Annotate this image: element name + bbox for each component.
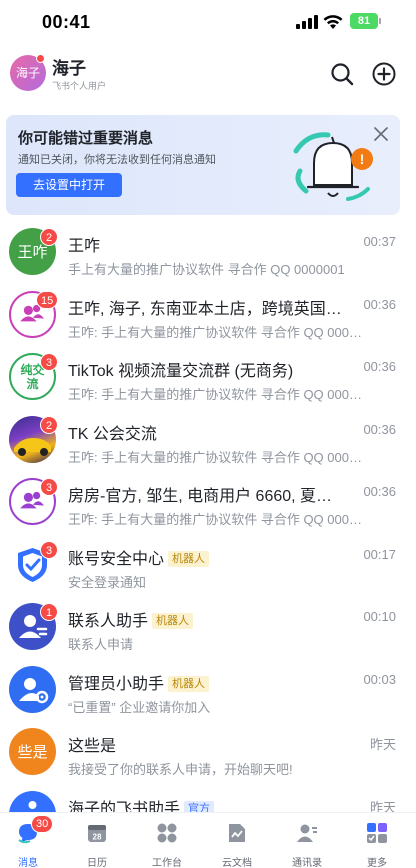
status-bar: 00:41 81: [0, 0, 416, 46]
status-time: 00:41: [42, 12, 91, 32]
tab-workplace[interactable]: 工作台: [142, 819, 192, 868]
banner-desc: 通知已关闭，你将无法收到任何消息通知: [18, 154, 216, 166]
chat-time: 00:36: [363, 421, 396, 437]
assistant-icon: [9, 790, 56, 812]
unread-badge: 15: [36, 290, 59, 309]
official-tag: 官方: [184, 800, 215, 812]
contacts-icon: [297, 824, 317, 842]
chat-preview: 我接受了你的联系人申请，开始聊天吧!: [68, 762, 293, 777]
admin-assistant-icon: [9, 665, 56, 713]
bot-tag: 机器人: [168, 675, 210, 692]
chat-preview: 王咋: 手上有大量的推广协议软件 寻合作 QQ 0000001: [68, 324, 368, 340]
add-icon[interactable]: [372, 62, 396, 86]
chat-time: 昨天: [369, 799, 396, 813]
chat-time: 00:36: [363, 359, 396, 374]
notification-banner: 你可能错过重要消息 通知已关闭，你将无法收到任何消息通知 去设置中打开 !: [6, 115, 400, 215]
svg-text:!: !: [360, 151, 365, 167]
chat-time: 00:10: [363, 609, 396, 624]
list-item[interactable]: 2 TK 公会交流 00:36 王咋: 手上有大量的推广协议软件 寻合作 QQ …: [0, 410, 416, 473]
chat-time: 昨天: [369, 737, 396, 752]
tab-calendar[interactable]: 28 日历: [72, 819, 122, 868]
unread-badge: 3: [40, 540, 58, 559]
list-item[interactable]: 1 联系人助手 机器人 00:10 联系人申请: [0, 597, 416, 660]
close-icon[interactable]: [372, 125, 390, 143]
tab-label: 云文档: [222, 858, 252, 868]
tab-label: 通讯录: [292, 858, 322, 868]
list-item[interactable]: 王咋 2 王咋 00:37 手上有大量的推广协议软件 寻合作 QQ 000000…: [0, 222, 416, 285]
chat-title: 管理员小助手 机器人: [68, 670, 348, 694]
chat-preview: 王咋: 手上有大量的推广协议软件 寻合作 QQ 0000001: [68, 512, 368, 527]
list-item[interactable]: 管理员小助手 机器人 00:03 “已重置” 企业邀请你加入: [0, 660, 416, 723]
calendar-icon: 28: [88, 825, 106, 842]
search-icon[interactable]: [330, 62, 354, 86]
unread-badge: 2: [40, 228, 58, 246]
chat-preview: “已重置” 企业邀请你加入: [68, 699, 211, 715]
chat-preview: 安全登录通知: [68, 574, 147, 590]
chat-title: 海子的飞书助手 官方: [68, 795, 348, 812]
chat-title: 王咋, 海子, 东南亚本土店，跨境英国本土店: [68, 300, 348, 318]
bell-illustration-icon: !: [293, 132, 373, 201]
tab-unread-badge: 30: [31, 815, 54, 833]
chat-time: 00:36: [363, 296, 396, 312]
tab-docs[interactable]: 云文档: [212, 819, 262, 868]
user-subtitle: 飞书个人用户: [52, 81, 107, 91]
unread-badge: 3: [40, 353, 58, 371]
tab-bar: 30 消息 28 日历 工作台 云文档 通讯录 更多: [0, 812, 416, 868]
list-item[interactable]: 3 房房-官方, 邹生, 电商用户 6660, 夏日浪漫 00:36 王咋: 手…: [0, 472, 416, 535]
list-item[interactable]: 些是 这些是 昨天 我接受了你的联系人申请，开始聊天吧!: [0, 722, 416, 785]
list-item[interactable]: 海子的飞书助手 官方 昨天: [0, 785, 416, 813]
chat-preview: 王咋: 手上有大量的推广协议软件 寻合作 QQ 0000001: [68, 449, 368, 465]
battery-icon: 81: [350, 13, 378, 29]
avatar: 些是: [9, 728, 56, 775]
chat-title: 这些是: [68, 738, 117, 755]
chat-time: 00:03: [363, 671, 396, 687]
signal-icon: [296, 15, 318, 29]
chat-title: TK 公会交流: [68, 425, 157, 443]
user-name[interactable]: 海子: [52, 54, 86, 79]
tab-more[interactable]: 更多: [352, 819, 402, 868]
tab-label: 工作台: [152, 858, 182, 868]
chat-preview: 手上有大量的推广协议软件 寻合作 QQ 0000001: [68, 262, 345, 277]
list-item[interactable]: 15 王咋, 海子, 东南亚本土店，跨境英国本土店 00:36 王咋: 手上有大…: [0, 285, 416, 348]
chat-preview: 联系人申请: [68, 637, 134, 652]
more-icon: [367, 823, 387, 843]
tab-messages[interactable]: 30 消息: [3, 815, 54, 868]
chat-title: 房房-官方, 邹生, 电商用户 6660, 夏日浪漫: [68, 488, 348, 505]
chat-title: 账号安全中心 机器人: [68, 545, 348, 569]
tab-label: 更多: [367, 858, 387, 868]
chat-title: TikTok 视频流量交流群 (无商务): [68, 363, 294, 380]
unread-badge: 2: [40, 415, 58, 434]
battery-tip: [379, 18, 381, 24]
svg-text:28: 28: [93, 833, 102, 842]
avatar-status-dot: [36, 54, 45, 63]
bot-tag: 机器人: [152, 613, 194, 629]
tab-label: 消息: [18, 858, 38, 868]
chat-title: 联系人助手 机器人: [68, 607, 348, 631]
workplace-icon: [157, 823, 177, 843]
chat-preview: 王咋: 手上有大量的推广协议软件 寻合作 QQ 0000001: [68, 387, 368, 402]
chat-title: 王咋: [68, 238, 101, 255]
list-item[interactable]: 3 账号安全中心 机器人 00:17 安全登录通知: [0, 535, 416, 598]
message-list: 王咋 2 王咋 00:37 手上有大量的推广协议软件 寻合作 QQ 000000…: [0, 222, 416, 812]
docs-icon: [229, 824, 245, 842]
wifi-icon: [323, 15, 343, 29]
list-item[interactable]: 纯交流 3 TikTok 视频流量交流群 (无商务) 00:36 王咋: 手上有…: [0, 347, 416, 410]
tab-label: 日历: [87, 858, 107, 868]
chat-time: 00:17: [363, 546, 396, 562]
tab-contacts[interactable]: 通讯录: [282, 819, 332, 868]
unread-badge: 1: [40, 603, 58, 621]
bot-tag: 机器人: [168, 550, 210, 567]
app-header: 海子 海子 飞书个人用户: [0, 46, 416, 102]
open-settings-button[interactable]: 去设置中打开: [16, 173, 122, 197]
banner-title: 你可能错过重要消息: [18, 130, 154, 147]
unread-badge: 3: [40, 478, 58, 496]
chat-time: 00:36: [363, 484, 396, 499]
chat-time: 00:37: [363, 234, 396, 249]
